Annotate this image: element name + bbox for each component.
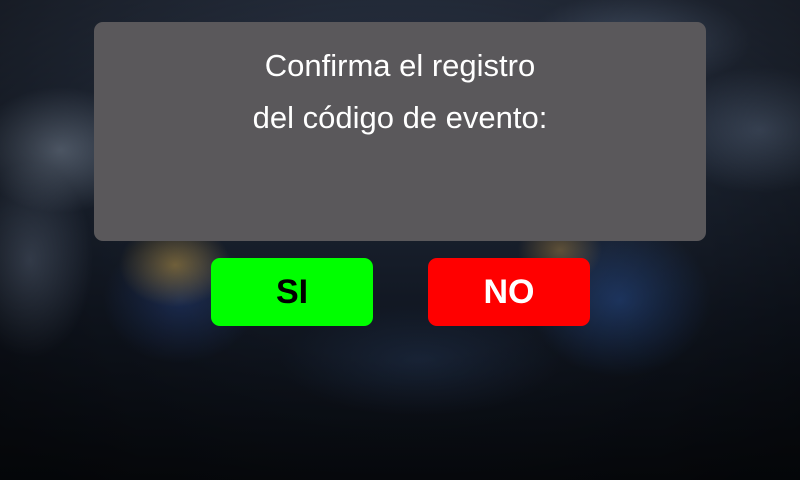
- dialog-message-line-2: del código de evento:: [252, 100, 548, 135]
- hmi-screen: Confirma el registro del código de event…: [0, 0, 800, 480]
- no-button[interactable]: NO: [428, 258, 590, 326]
- confirmation-dialog: Confirma el registro del código de event…: [94, 22, 706, 241]
- yes-button[interactable]: SI: [211, 258, 373, 326]
- dialog-message-line-1: Confirma el registro: [264, 48, 536, 83]
